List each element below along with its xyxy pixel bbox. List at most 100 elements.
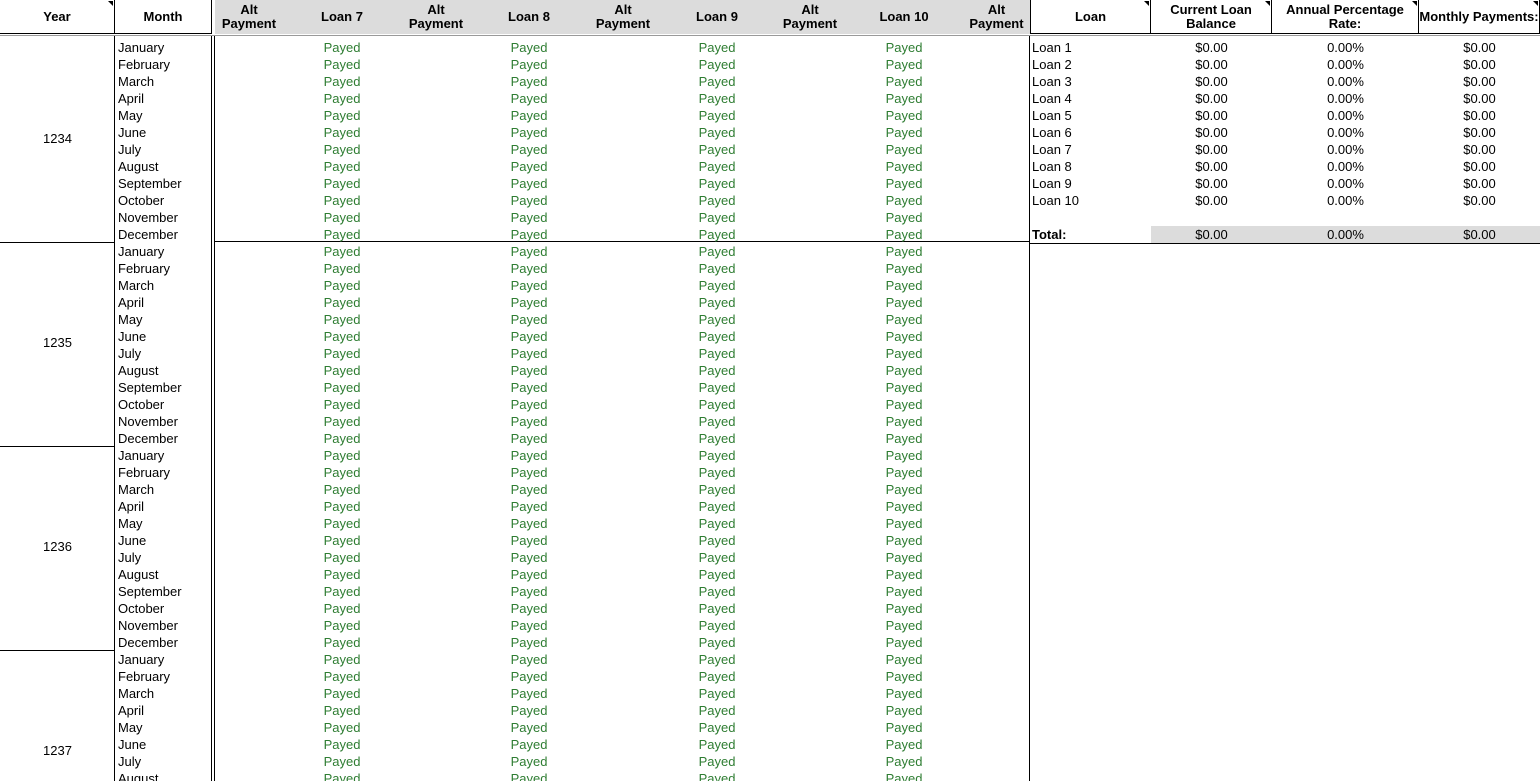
loan10-status-cell[interactable]: Payed [845,481,963,498]
loan9-status-cell[interactable]: Payed [659,634,775,651]
loan8-status-cell[interactable]: Payed [471,498,587,515]
loan9-status-cell[interactable]: Payed [659,498,775,515]
loan7-status-cell[interactable]: Payed [283,73,401,90]
loan8-status-cell[interactable]: Payed [471,124,587,141]
month-cell[interactable]: March [117,685,212,702]
loan8-status-cell[interactable]: Payed [471,277,587,294]
month-cell[interactable]: October [117,192,212,209]
month-cell[interactable]: August [117,362,212,379]
loan10-status-cell[interactable]: Payed [845,566,963,583]
loan10-status-cell[interactable]: Payed [845,430,963,447]
month-cell[interactable]: July [117,549,212,566]
loan9-status-cell[interactable]: Payed [659,617,775,634]
loan8-status-cell[interactable]: Payed [471,651,587,668]
loan7-status-cell[interactable]: Payed [283,413,401,430]
loan8-status-cell[interactable]: Payed [471,770,587,781]
loan10-status-cell[interactable]: Payed [845,668,963,685]
loan8-status-cell[interactable]: Payed [471,107,587,124]
loan7-status-cell[interactable]: Payed [283,175,401,192]
loan9-status-cell[interactable]: Payed [659,311,775,328]
month-cell[interactable]: December [117,226,212,243]
loan7-status-cell[interactable]: Payed [283,226,401,243]
loan7-status-cell[interactable]: Payed [283,39,401,56]
loan10-status-cell[interactable]: Payed [845,617,963,634]
loan8-status-cell[interactable]: Payed [471,175,587,192]
month-cell[interactable]: November [117,209,212,226]
loan9-status-cell[interactable]: Payed [659,583,775,600]
loan9-status-cell[interactable]: Payed [659,141,775,158]
loan8-status-cell[interactable]: Payed [471,243,587,260]
loan10-status-cell[interactable]: Payed [845,328,963,345]
loan9-status-cell[interactable]: Payed [659,260,775,277]
loan7-status-cell[interactable]: Payed [283,243,401,260]
loan9-status-cell[interactable]: Payed [659,770,775,781]
header-alt-payment-5[interactable]: Alt Payment [963,0,1030,34]
loan8-status-cell[interactable]: Payed [471,396,587,413]
loan9-status-cell[interactable]: Payed [659,226,775,243]
loan8-status-cell[interactable]: Payed [471,260,587,277]
loan9-status-cell[interactable]: Payed [659,702,775,719]
loan10-status-cell[interactable]: Payed [845,532,963,549]
loan9-status-cell[interactable]: Payed [659,481,775,498]
loan7-status-cell[interactable]: Payed [283,277,401,294]
loan7-status-cell[interactable]: Payed [283,617,401,634]
header-loan[interactable]: Loan [1030,0,1151,34]
loan8-status-cell[interactable]: Payed [471,753,587,770]
month-cell[interactable]: September [117,379,212,396]
loan7-status-cell[interactable]: Payed [283,583,401,600]
loan9-status-cell[interactable]: Payed [659,243,775,260]
header-alt-payment-4[interactable]: Alt Payment [775,0,845,34]
loan8-status-cell[interactable]: Payed [471,566,587,583]
loan10-status-cell[interactable]: Payed [845,702,963,719]
loan7-status-cell[interactable]: Payed [283,685,401,702]
loan7-status-cell[interactable]: Payed [283,209,401,226]
loan9-status-cell[interactable]: Payed [659,566,775,583]
loan8-status-cell[interactable]: Payed [471,481,587,498]
loan10-status-cell[interactable]: Payed [845,175,963,192]
month-cell[interactable]: February [117,668,212,685]
month-cell[interactable]: December [117,430,212,447]
month-cell[interactable]: September [117,583,212,600]
month-cell[interactable]: May [117,515,212,532]
month-cell[interactable]: April [117,90,212,107]
month-cell[interactable]: June [117,328,212,345]
header-alt-payment-3[interactable]: Alt Payment [587,0,659,34]
month-cell[interactable]: April [117,294,212,311]
loan8-status-cell[interactable]: Payed [471,379,587,396]
loan9-status-cell[interactable]: Payed [659,328,775,345]
month-cell[interactable]: January [117,243,212,260]
loan8-status-cell[interactable]: Payed [471,583,587,600]
loan9-status-cell[interactable]: Payed [659,124,775,141]
loan7-status-cell[interactable]: Payed [283,260,401,277]
month-cell[interactable]: November [117,413,212,430]
loan8-status-cell[interactable]: Payed [471,73,587,90]
loan7-status-cell[interactable]: Payed [283,515,401,532]
loan8-status-cell[interactable]: Payed [471,549,587,566]
loan9-status-cell[interactable]: Payed [659,532,775,549]
loan9-status-cell[interactable]: Payed [659,39,775,56]
loan7-status-cell[interactable]: Payed [283,430,401,447]
month-cell[interactable]: July [117,753,212,770]
loan8-status-cell[interactable]: Payed [471,294,587,311]
loan9-status-cell[interactable]: Payed [659,413,775,430]
month-cell[interactable]: January [117,39,212,56]
loan10-status-cell[interactable]: Payed [845,311,963,328]
loan7-status-cell[interactable]: Payed [283,158,401,175]
loan9-status-cell[interactable]: Payed [659,515,775,532]
loan10-status-cell[interactable]: Payed [845,413,963,430]
month-cell[interactable]: May [117,107,212,124]
loan9-status-cell[interactable]: Payed [659,736,775,753]
loan8-status-cell[interactable]: Payed [471,600,587,617]
loan8-status-cell[interactable]: Payed [471,736,587,753]
loan7-status-cell[interactable]: Payed [283,736,401,753]
header-year[interactable]: Year [0,0,115,34]
month-cell[interactable]: December [117,634,212,651]
loan9-status-cell[interactable]: Payed [659,345,775,362]
loan7-status-cell[interactable]: Payed [283,107,401,124]
month-cell[interactable]: February [117,464,212,481]
loan7-status-cell[interactable]: Payed [283,141,401,158]
loan7-status-cell[interactable]: Payed [283,770,401,781]
loan8-status-cell[interactable]: Payed [471,430,587,447]
loan8-status-cell[interactable]: Payed [471,141,587,158]
loan7-status-cell[interactable]: Payed [283,396,401,413]
